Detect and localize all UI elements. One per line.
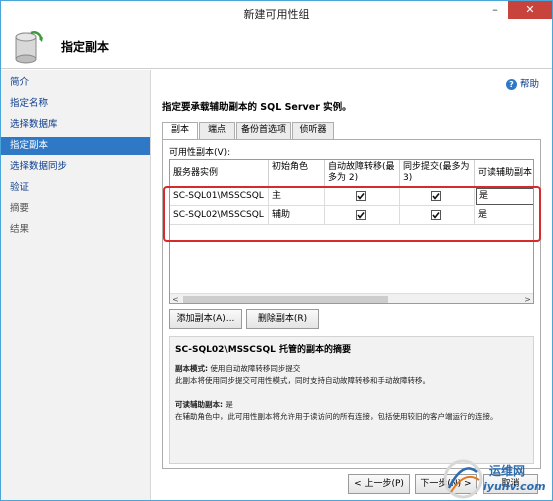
tab-backup-preferences[interactable]: 备份首选项 (236, 122, 291, 139)
replica-summary-panel: SC-SQL02\MSSCSQL 托管的副本的摘要 副本模式: 使用自动故障转移… (169, 336, 534, 464)
grid-horizontal-scrollbar[interactable]: < > (170, 293, 533, 303)
summary-mode-line: 副本模式: 使用自动故障转移同步提交 (175, 363, 300, 374)
nav-item-intro[interactable]: 简介 (1, 74, 150, 92)
col-header-auto-failover[interactable]: 自动故障转移(最多为 2) (325, 160, 400, 187)
instruction-text: 指定要承载辅助副本的 SQL Server 实例。 (162, 102, 352, 113)
col-header-role[interactable]: 初始角色 (269, 160, 325, 187)
dialog-window: 新建可用性组 – ✕ 指定副本 简介 指定名称 选择数据库 指定副本 选择数据同… (0, 0, 553, 501)
summary-title: SC-SQL02\MSSCSQL 托管的副本的摘要 (175, 345, 351, 355)
remove-replica-button[interactable]: 删除副本(R) (246, 309, 319, 329)
watermark-text-2: iyunv.com (483, 480, 546, 493)
tab-listener[interactable]: 侦听器 (292, 122, 334, 139)
watermark: 运维网 iyunv.com (437, 456, 553, 501)
watermark-logo-icon (443, 459, 483, 499)
help-link[interactable]: ? 帮助 (506, 76, 539, 90)
main-content: ? 帮助 指定要承载辅助副本的 SQL Server 实例。 副本 端点 备份首选… (152, 70, 552, 500)
wizard-nav: 简介 指定名称 选择数据库 指定副本 选择数据同步 验证 摘要 结果 (1, 70, 151, 500)
nav-item-specify-name[interactable]: 指定名称 (1, 95, 150, 113)
col-header-server[interactable]: 服务器实例 (170, 160, 269, 187)
nav-item-data-sync[interactable]: 选择数据同步 (1, 158, 150, 176)
col-header-readable[interactable]: 可读辅助副本 (475, 160, 533, 187)
help-label: 帮助 (520, 79, 540, 90)
col-header-sync-commit[interactable]: 同步提交(最多为 3) (400, 160, 475, 187)
nav-item-summary: 摘要 (10, 203, 30, 214)
close-button[interactable]: ✕ (508, 1, 552, 19)
minimize-button[interactable]: – (482, 1, 508, 19)
nav-item-specify-replicas[interactable]: 指定副本 (1, 137, 150, 155)
summary-readable-label: 可读辅助副本: (175, 400, 223, 409)
prev-button[interactable]: < 上一步(P) (348, 474, 410, 494)
scroll-right-icon[interactable]: > (522, 294, 533, 303)
watermark-text-1: 运维网 (489, 464, 526, 478)
summary-readable-desc: 在辅助角色中，此可用性副本将允许用于读访问的所有连接，包括使用较旧的客户端运行的… (175, 412, 498, 421)
help-icon: ? (506, 79, 517, 90)
replicas-group-label: 可用性副本(V): (169, 148, 231, 158)
scroll-left-icon[interactable]: < (170, 294, 181, 303)
database-icon (15, 31, 43, 64)
title-bar: 新建可用性组 – ✕ (1, 1, 552, 25)
tab-replicas[interactable]: 副本 (162, 122, 198, 140)
highlight-annotation-box (163, 186, 541, 242)
summary-readable-value: 是 (225, 400, 233, 409)
window-title: 新建可用性组 (243, 8, 310, 21)
add-replica-button[interactable]: 添加副本(A)... (169, 309, 242, 329)
summary-readable-line: 可读辅助副本: 是 (175, 399, 233, 410)
scroll-thumb[interactable] (183, 296, 388, 303)
summary-mode-desc: 此副本将使用同步提交可用性模式，同时支持自动故障转移和手动故障转移。 (175, 376, 430, 385)
nav-item-validation[interactable]: 验证 (1, 179, 150, 197)
summary-mode-value: 使用自动故障转移同步提交 (210, 364, 301, 373)
summary-mode-label: 副本模式: (175, 364, 208, 373)
nav-item-results: 结果 (10, 224, 30, 235)
page-title: 指定副本 (61, 40, 110, 54)
nav-item-select-databases[interactable]: 选择数据库 (1, 116, 150, 134)
page-header: 指定副本 (1, 25, 552, 69)
tab-endpoints[interactable]: 端点 (199, 122, 235, 139)
